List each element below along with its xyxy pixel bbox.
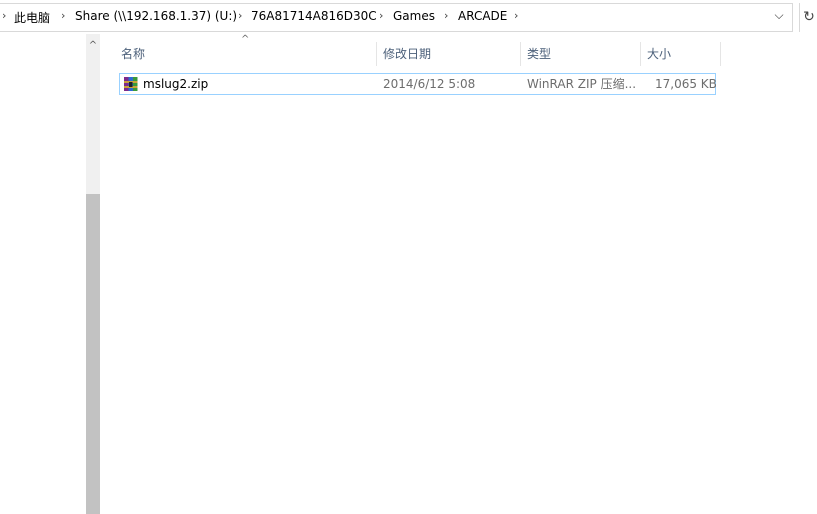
- breadcrumb-separator-icon[interactable]: ›: [61, 9, 65, 22]
- file-row[interactable]: mslug2.zip 2014/6/12 5:08 WinRAR ZIP 压缩.…: [119, 73, 717, 95]
- breadcrumb-item-folder-id[interactable]: 76A81714A816D30C: [251, 9, 377, 23]
- file-modified-date: 2014/6/12 5:08: [383, 77, 476, 91]
- file-type: WinRAR ZIP 压缩...: [527, 77, 637, 91]
- column-header-size[interactable]: 大小: [647, 42, 671, 66]
- column-header-type[interactable]: 类型: [527, 42, 551, 66]
- column-divider[interactable]: [640, 42, 641, 66]
- file-list[interactable]: ^ 名称 修改日期 类型 大小 mslug2.zip 2014/6/12 5:0…: [100, 34, 817, 514]
- breadcrumb-item-arcade[interactable]: ARCADE: [458, 9, 507, 23]
- chevron-down-icon[interactable]: ⌵: [770, 8, 788, 26]
- winrar-archive-icon: [124, 77, 138, 91]
- breadcrumb-separator-icon[interactable]: ›: [238, 9, 242, 22]
- refresh-icon[interactable]: ↻: [799, 3, 817, 32]
- column-header-name[interactable]: 名称: [121, 42, 145, 66]
- file-name[interactable]: mslug2.zip: [143, 77, 208, 91]
- breadcrumb-separator-icon[interactable]: ›: [444, 9, 448, 22]
- file-size: 17,065 KB: [655, 77, 717, 91]
- breadcrumb-item-this-pc[interactable]: 此电脑: [14, 9, 50, 26]
- breadcrumb-separator-icon[interactable]: ›: [2, 9, 6, 22]
- column-divider[interactable]: [520, 42, 521, 66]
- column-divider[interactable]: [376, 42, 377, 66]
- breadcrumb-separator-icon[interactable]: ›: [514, 9, 518, 22]
- navigation-pane[interactable]: [0, 34, 86, 514]
- column-divider[interactable]: [720, 42, 721, 66]
- scroll-up-icon[interactable]: ^: [86, 40, 100, 54]
- breadcrumb-item-share[interactable]: Share (\\192.168.1.37) (U:): [75, 9, 237, 23]
- breadcrumb-item-games[interactable]: Games: [393, 9, 435, 23]
- breadcrumb-separator-icon[interactable]: ›: [379, 9, 383, 22]
- address-bar: › 此电脑 › Share (\\192.168.1.37) (U:) › 76…: [0, 0, 817, 34]
- navigation-scrollbar[interactable]: ^: [86, 34, 100, 514]
- column-header-modified[interactable]: 修改日期: [383, 42, 431, 66]
- scrollbar-thumb[interactable]: [86, 194, 100, 514]
- sort-ascending-icon: ^: [241, 34, 250, 45]
